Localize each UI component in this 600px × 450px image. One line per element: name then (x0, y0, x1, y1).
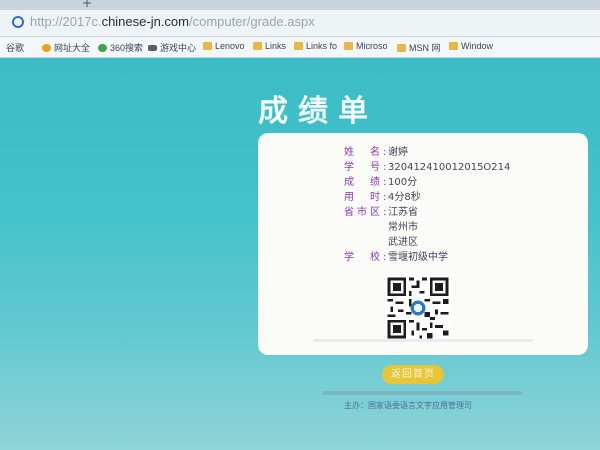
field-value: 谢婷 (388, 147, 408, 158)
favorite-label: 360搜索 (110, 43, 144, 53)
favorite-label: 谷歌 (6, 43, 25, 53)
folder-icon (294, 42, 303, 50)
field-value: 武进区 (388, 237, 418, 248)
address-bar[interactable]: http://2017c.chinese-jn.com/computer/gra… (0, 10, 600, 37)
field-value: 常州市 (388, 222, 418, 233)
field-value: 320412410012015O214 (388, 162, 511, 173)
favorite-item[interactable]: Microso (344, 41, 388, 51)
qr-code-image (385, 275, 451, 341)
favorite-item[interactable]: MSN 网 (397, 41, 441, 54)
field-label: 姓 名: (344, 147, 390, 158)
field-label: 成 绩: (344, 177, 390, 188)
new-tab-button[interactable]: + (82, 0, 92, 10)
browser-logo-icon (42, 43, 51, 52)
favorite-label: MSN 网 (409, 43, 441, 53)
field-label: 用 时: (344, 192, 390, 203)
favorite-label: Window (461, 41, 494, 51)
folder-icon (397, 43, 406, 52)
favorite-label: 游戏中心 (160, 43, 197, 53)
grade-fields: 姓 名: 谢婷 学 号: 320412410012015O214 成 绩: 100分 … (344, 145, 510, 265)
folder-icon (203, 42, 212, 50)
card-divider (313, 339, 533, 342)
folder-icon (344, 42, 353, 50)
field-row: 成 绩: 100分 (344, 175, 510, 190)
field-value: 100分 (388, 177, 418, 188)
organizer-text: 主办：国家语委语言文字应用管理司 (344, 401, 472, 410)
field-label: 省市区: (344, 207, 390, 218)
favorite-label: Lenovo (215, 41, 245, 51)
field-value: 江苏省 (388, 207, 418, 218)
field-label (344, 235, 388, 250)
footer-note (322, 391, 522, 395)
page-content: 成绩单 姓 名: 谢婷 学 号: 320412410012015O214 成 绩: 1… (0, 58, 600, 450)
favorites-bar: 谷歌 网址大全 360搜索 游戏中心 Lenovo Links Links fo… (0, 37, 600, 109)
favorite-label: Links fo (306, 41, 338, 51)
field-value: 雪堰初级中学 (388, 252, 448, 263)
favorite-item[interactable]: Window (449, 41, 493, 51)
field-row: 武进区 (344, 235, 510, 250)
field-row: 学 校: 雪堰初级中学 (344, 250, 510, 265)
favorite-label: 网址大全 (54, 43, 91, 53)
favorite-label: Links (265, 41, 287, 51)
favorite-item[interactable]: Lenovo (203, 41, 245, 51)
grade-card: 姓 名: 谢婷 学 号: 320412410012015O214 成 绩: 100分 … (258, 133, 588, 355)
favorite-item[interactable]: Links fo (294, 41, 337, 51)
page-title: 成绩单 (258, 94, 378, 129)
globe-icon (12, 16, 24, 28)
url-text[interactable]: http://2017c.chinese-jn.com/computer/gra… (30, 14, 315, 29)
search360-icon (98, 43, 107, 52)
favorite-item[interactable]: 网址大全 (42, 41, 90, 54)
folder-icon (253, 42, 262, 50)
url-path: /computer/grade.aspx (189, 14, 315, 29)
home-button[interactable]: 返回首页 (382, 365, 444, 384)
folder-icon (449, 42, 458, 50)
favorite-item[interactable]: 360搜索 (98, 41, 143, 54)
field-row: 用 时: 4分8秒 (344, 190, 510, 205)
field-row: 省市区: 江苏省 (344, 205, 510, 220)
field-row: 常州市 (344, 220, 510, 235)
favorite-item[interactable]: 游戏中心 (148, 41, 196, 54)
field-row: 姓 名: 谢婷 (344, 145, 510, 160)
field-label (344, 220, 388, 235)
field-label: 学 号: (344, 162, 390, 173)
field-label: 学 校: (344, 252, 390, 263)
favorite-label: Microso (356, 41, 388, 51)
tab-strip: + (0, 0, 600, 10)
field-row: 学 号: 320412410012015O214 (344, 160, 510, 175)
favorite-item[interactable]: 谷歌 (6, 41, 25, 109)
favorite-item[interactable]: Links (253, 41, 286, 51)
gamepad-icon (148, 44, 157, 51)
field-value: 4分8秒 (388, 192, 421, 203)
url-domain: chinese-jn.com (101, 14, 189, 29)
url-prefix: http://2017c. (30, 14, 102, 29)
